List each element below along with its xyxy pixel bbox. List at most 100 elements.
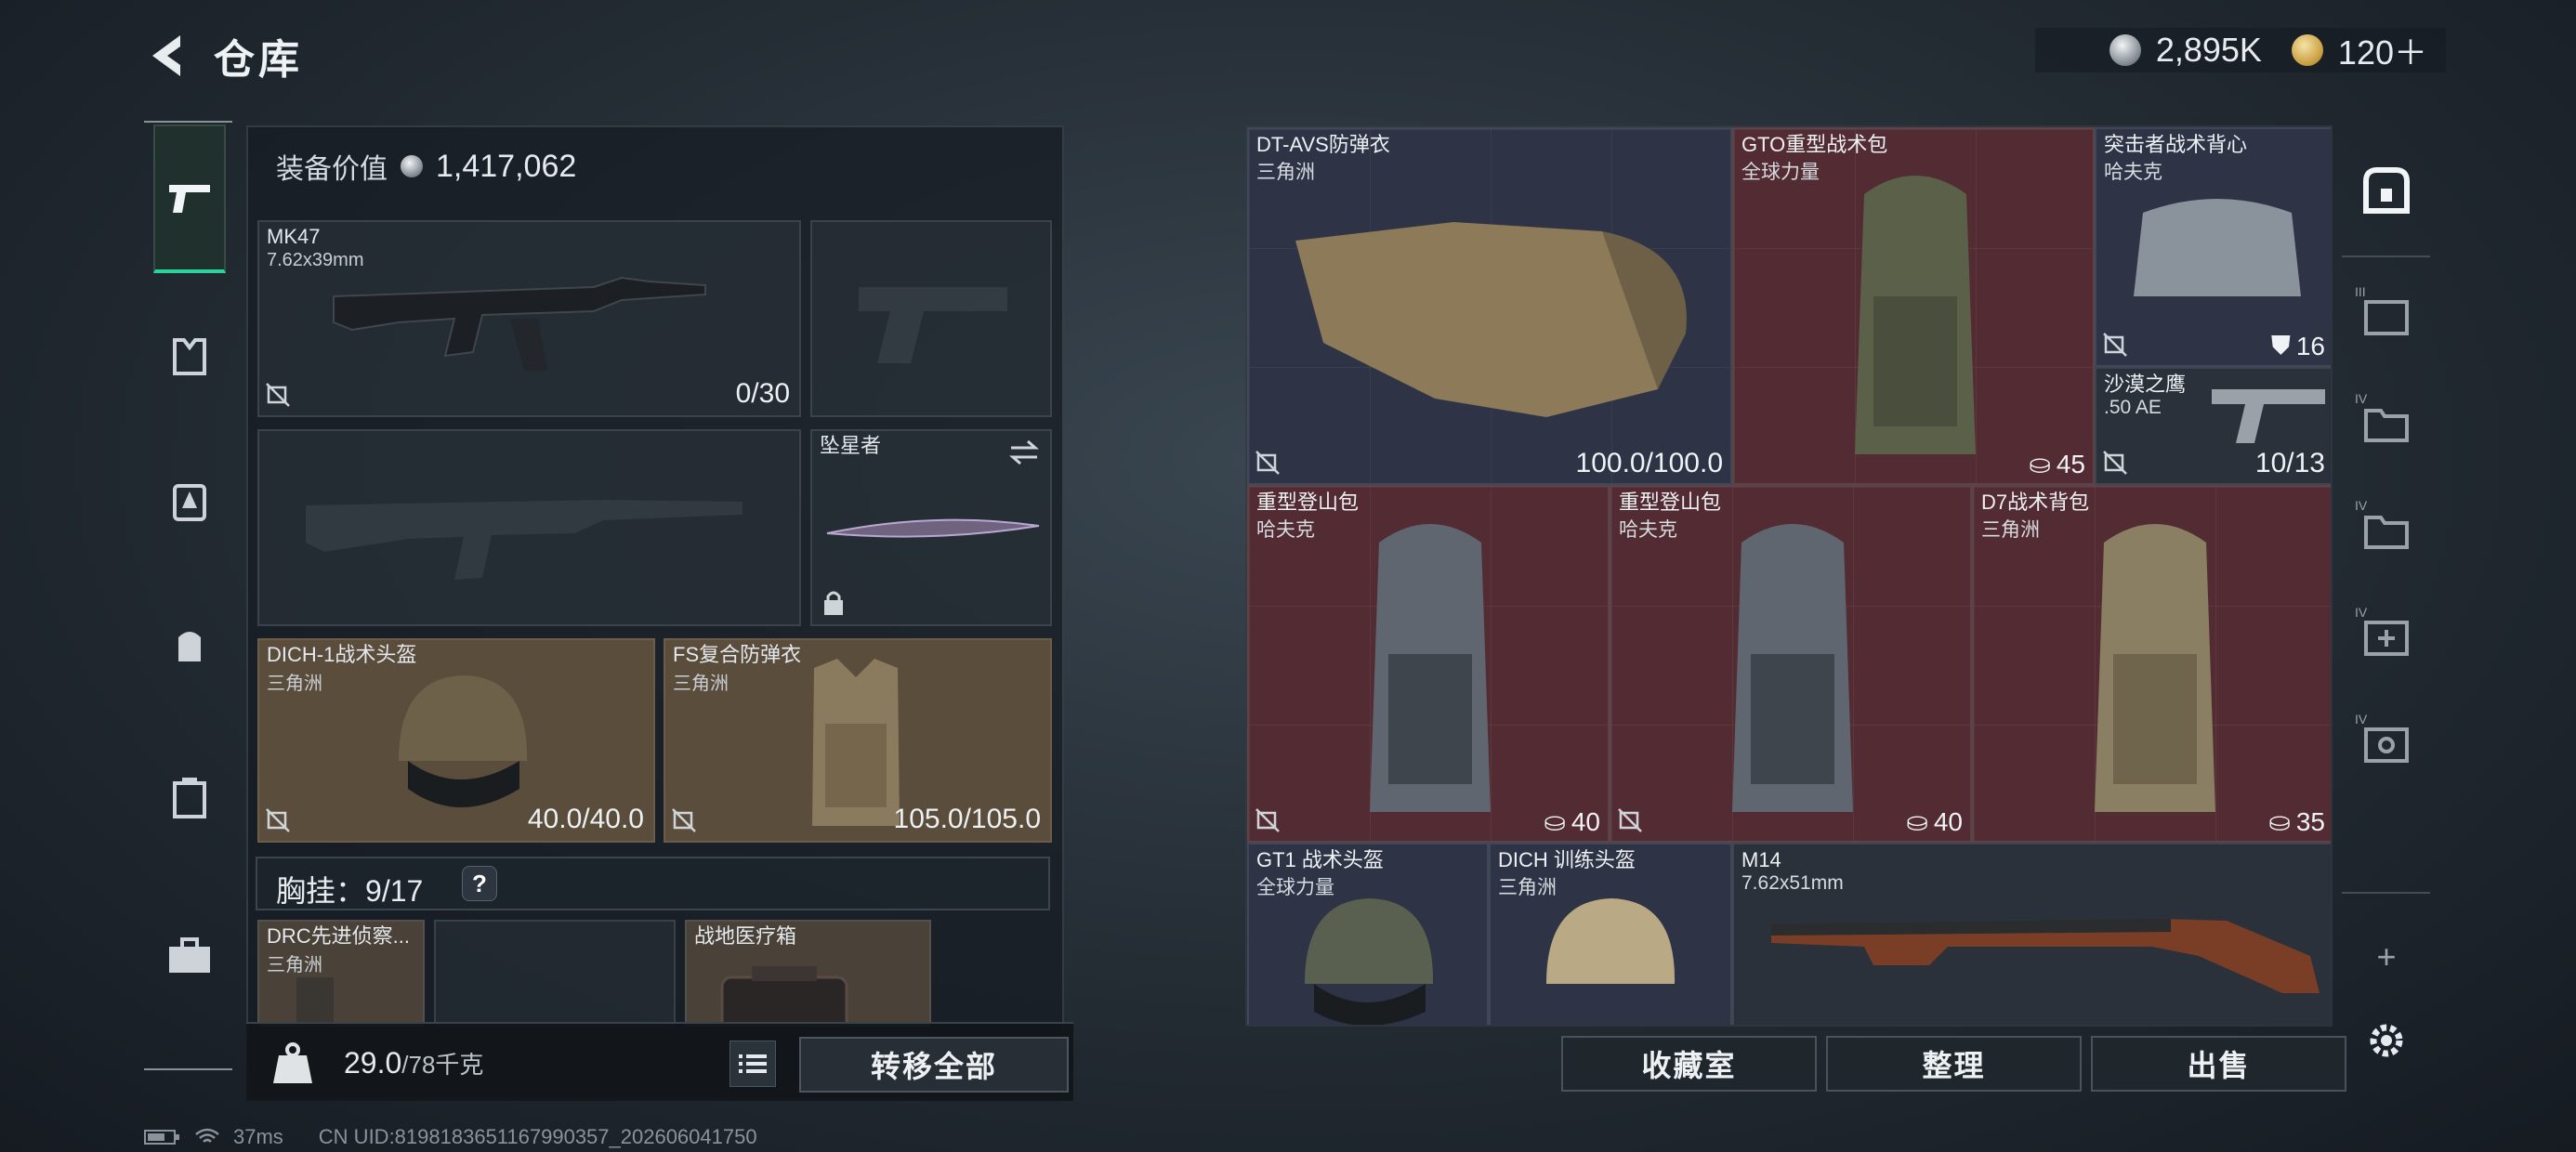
storage-item-dich-training-helmet[interactable]: DICH 训练头盔 三角洲 xyxy=(1489,843,1732,1025)
tab-level: III xyxy=(2355,284,2366,299)
storage-item-desert-eagle[interactable]: 沙漠之鹰 .50 AE 10/13 xyxy=(2095,367,2331,485)
add-storage-button[interactable]: + xyxy=(2349,920,2424,994)
armor-slot[interactable]: FS复合防弹衣 三角洲 105.0/105.0 xyxy=(664,638,1052,843)
tab-level: IV xyxy=(2355,712,2368,727)
storage-tab-safe[interactable] xyxy=(2349,153,2424,228)
capacity-value: 35 xyxy=(2295,806,2325,836)
storage-box-icon xyxy=(2364,300,2409,335)
primary-weapon-slot[interactable]: MK47 7.62x39mm 0/30 xyxy=(257,220,801,417)
item-name: 沙漠之鹰 xyxy=(2104,373,2187,396)
bag-icon: ⛀ xyxy=(2268,807,2291,836)
capacity-badge: ⛀ 40 xyxy=(1544,806,1600,837)
weapon-name: MK47 xyxy=(267,225,321,248)
capacity-badge: ⛀ 45 xyxy=(2029,449,2085,479)
pistol-slot[interactable] xyxy=(810,220,1052,417)
storage-item-d7-pack[interactable]: D7战术背包 三角洲 ⛀ 35 xyxy=(1972,485,2331,843)
item-name: DT-AVS防弹衣 xyxy=(1256,133,1390,156)
sell-button[interactable]: 出售 xyxy=(2091,1036,2346,1092)
backpack-image xyxy=(1370,524,1491,812)
rail-tab-container[interactable] xyxy=(153,762,226,834)
item-name: 突击者战术背心 xyxy=(2104,133,2248,156)
storage-item-gt1-helmet[interactable]: GT1 战术头盔 全球力量 xyxy=(1247,843,1489,1025)
tab-level: IV xyxy=(2355,391,2368,406)
pistol-icon xyxy=(169,185,210,213)
page-title: 仓库 xyxy=(214,37,303,83)
storage-item-dt-avs[interactable]: DT-AVS防弹衣 三角洲 100.0/100.0 xyxy=(1247,127,1732,485)
storage-item-gto[interactable]: GTO重型战术包 全球力量 ⛀ 45 xyxy=(1732,127,2095,485)
help-button[interactable]: ? xyxy=(462,866,497,901)
storage-tab-2[interactable]: IV xyxy=(2349,386,2424,460)
storage-tab-rail: III IV IV IV IV + xyxy=(2342,125,2430,1057)
safe-icon xyxy=(2363,167,2410,214)
list-icon xyxy=(739,1054,767,1073)
swap-icon[interactable] xyxy=(1007,439,1041,466)
currency-bar: 2,895K 120＋ xyxy=(2034,26,2446,74)
transfer-all-button[interactable]: 转移全部 xyxy=(799,1037,1069,1093)
storage-item-assault-vest[interactable]: 突击者战术背心 哈夫克 ⛊ 16 xyxy=(2095,127,2331,367)
item-brand: 哈夫克 xyxy=(2104,162,2162,183)
melee-slot[interactable]: 坠星者 xyxy=(810,429,1052,626)
folder-icon xyxy=(2364,516,2409,549)
bag-icon: ⛀ xyxy=(1544,807,1566,836)
storage-tab-4[interactable]: IV xyxy=(2349,599,2424,674)
item-name: DICH 训练头盔 xyxy=(1498,848,1636,871)
rail-tab-chest-rig[interactable] xyxy=(153,465,226,537)
organize-button[interactable]: 整理 xyxy=(1826,1036,2082,1092)
chest-rig-icon xyxy=(173,484,206,521)
list-view-button[interactable] xyxy=(729,1041,776,1087)
equip-value: 装备价值 1,417,062 xyxy=(276,146,576,187)
helmet-image xyxy=(1305,898,1434,1025)
secondary-weapon-slot[interactable] xyxy=(257,429,801,626)
rail-tab-toolbox[interactable] xyxy=(153,920,226,992)
storage-tab-5[interactable]: IV xyxy=(2349,706,2424,780)
settings-button[interactable] xyxy=(2349,1003,2424,1078)
rifle-image xyxy=(1771,919,2320,993)
vest-image xyxy=(1295,222,1687,417)
ping-text: 37ms xyxy=(233,1125,283,1148)
lock-icon xyxy=(824,591,843,615)
weapon-caliber: 7.62x39mm xyxy=(267,250,364,270)
chest-item-drc[interactable]: DRC先进侦察... 三角洲 xyxy=(257,920,425,1027)
pistol-silhouette-icon xyxy=(859,287,1007,363)
container-icon xyxy=(173,778,206,818)
helmet-slot[interactable]: DICH-1战术头盔 三角洲 40.0/40.0 xyxy=(257,638,655,843)
rail-tab-weapons[interactable] xyxy=(153,124,226,273)
gear-icon xyxy=(2370,1024,2403,1057)
backpack-icon xyxy=(178,632,201,661)
back-button[interactable] xyxy=(139,28,195,84)
no-insure-icon xyxy=(1618,808,1642,832)
rifle-silhouette-icon xyxy=(306,500,743,580)
weight-current: 29.0 xyxy=(344,1046,402,1080)
medical-box-icon xyxy=(2364,621,2409,656)
storage-grid: DT-AVS防弹衣 三角洲 100.0/100.0 GTO重型战术包 全球力量 … xyxy=(1245,125,2333,1027)
folder-icon xyxy=(2364,409,2409,442)
ammo-box-icon xyxy=(2364,727,2409,763)
equip-value-amount: 1,417,062 xyxy=(436,148,577,184)
item-brand: 三角洲 xyxy=(1256,162,1315,183)
storage-item-m14[interactable]: M14 7.62x51mm xyxy=(1732,843,2331,1025)
ticket-amount[interactable]: 120＋ xyxy=(2338,26,2427,74)
capacity-value: 45 xyxy=(2056,449,2085,478)
storage-item-mountain-pack-2[interactable]: 重型登山包 哈夫克 ⛀ 40 xyxy=(1610,485,1972,843)
rail-tab-armor[interactable] xyxy=(153,321,226,393)
item-brand: 7.62x51mm xyxy=(1741,872,1844,894)
coin-icon xyxy=(2109,34,2141,66)
bag-icon: ⛀ xyxy=(2029,450,2051,478)
status-bar: 37ms CN UID:8198183651167990357_20260604… xyxy=(144,1124,757,1150)
chest-empty-slot[interactable] xyxy=(434,920,676,1027)
rail-tab-backpack[interactable] xyxy=(153,609,226,681)
storage-tab-3[interactable]: IV xyxy=(2349,492,2424,567)
storage-item-mountain-pack-1[interactable]: 重型登山包 哈夫克 ⛀ 40 xyxy=(1247,485,1610,843)
chest-item-medkit[interactable]: 战地医疗箱 xyxy=(685,920,931,1027)
collection-button[interactable]: 收藏室 xyxy=(1561,1036,1817,1092)
helmet-durability: 40.0/40.0 xyxy=(527,804,644,834)
weight-max: /78千克 xyxy=(401,1051,484,1079)
item-name: D7战术背包 xyxy=(1981,491,2090,514)
item-brand: 哈夫克 xyxy=(1619,519,1677,541)
weapon-ammo: 0/30 xyxy=(735,378,790,409)
item-brand: 哈夫克 xyxy=(1256,519,1315,541)
loadout-panel: 装备价值 1,417,062 MK47 7.62x39mm 0/30 坠星者 D… xyxy=(246,125,1064,1101)
back-arrow-icon xyxy=(152,35,180,76)
armor-name: FS复合防弹衣 xyxy=(673,643,802,666)
storage-tab-1[interactable]: III xyxy=(2349,279,2424,353)
